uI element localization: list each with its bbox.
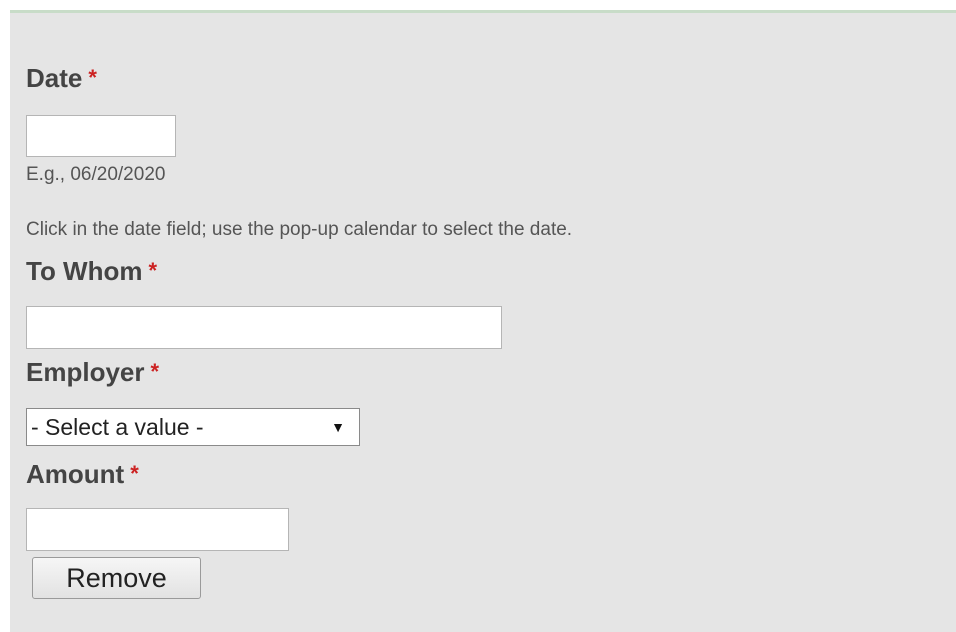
date-label: Date * [26, 63, 97, 93]
date-label-text: Date [26, 63, 83, 93]
employer-select[interactable]: - Select a value - ▼ [26, 408, 360, 446]
remove-button[interactable]: Remove [32, 557, 201, 599]
employer-label: Employer * [26, 357, 159, 387]
amount-field[interactable] [26, 508, 289, 551]
to-whom-label-text: To Whom [26, 256, 143, 286]
form-panel: Date * E.g., 06/20/2020 Click in the date… [10, 10, 956, 632]
required-marker: * [150, 359, 160, 384]
required-marker: * [130, 461, 139, 486]
required-marker: * [148, 258, 158, 283]
employer-label-text: Employer [26, 357, 145, 387]
amount-label-text: Amount [26, 459, 125, 489]
to-whom-field[interactable] [26, 306, 502, 349]
date-field[interactable] [26, 115, 176, 157]
to-whom-label: To Whom * [26, 256, 157, 286]
date-instructions: Click in the date field; use the pop-up … [26, 219, 573, 240]
required-marker: * [88, 65, 97, 90]
date-example-hint: E.g., 06/20/2020 [26, 164, 166, 185]
employer-select-value: - Select a value - [31, 413, 204, 440]
amount-label: Amount * [26, 459, 139, 489]
dropdown-arrow-icon: ▼ [331, 419, 345, 435]
